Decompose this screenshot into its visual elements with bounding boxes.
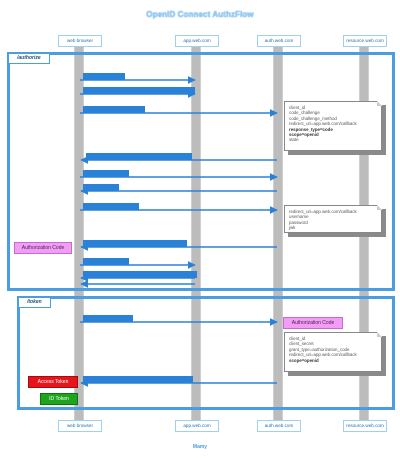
authorization-code-tag-auth: Authorization Code [283,317,343,329]
message-label-8 [83,240,187,247]
participant-web-browser-bottom: web browser [58,420,102,432]
participant-resource-bottom: resource.web.com [343,420,387,432]
message-label-1 [83,73,125,80]
message-label-3 [83,106,145,113]
note-token-request: client_id client_secret grant_type=authori… [284,332,382,372]
participant-auth-bottom: auth.web.com [257,420,301,432]
message-label-7 [83,203,139,210]
message-label-9 [83,258,129,265]
message-label-11 [83,315,133,322]
message-label-10 [83,271,197,278]
access-token-tag: Access Token [28,376,78,388]
participant-app-bottom: app.web.com [175,420,219,432]
note-line: jwk [289,225,296,231]
note-line: state [289,137,299,143]
id-token-tag: ID Token [40,393,78,405]
message-label-5 [83,170,129,177]
note-login-request: redirect_uri=app.web.com/callback usernam… [284,205,382,233]
authorization-code-tag-browser: Authorization Code [14,242,72,254]
note-line: scope=openid [289,357,319,363]
message-label-6 [83,184,119,191]
message-label-4 [86,153,192,160]
message-label-12 [83,376,193,383]
note-authorize-request: client_id code_challenge code_challenge_me… [284,101,382,151]
footer-label: Mamy [192,444,208,450]
message-label-2 [83,87,195,94]
